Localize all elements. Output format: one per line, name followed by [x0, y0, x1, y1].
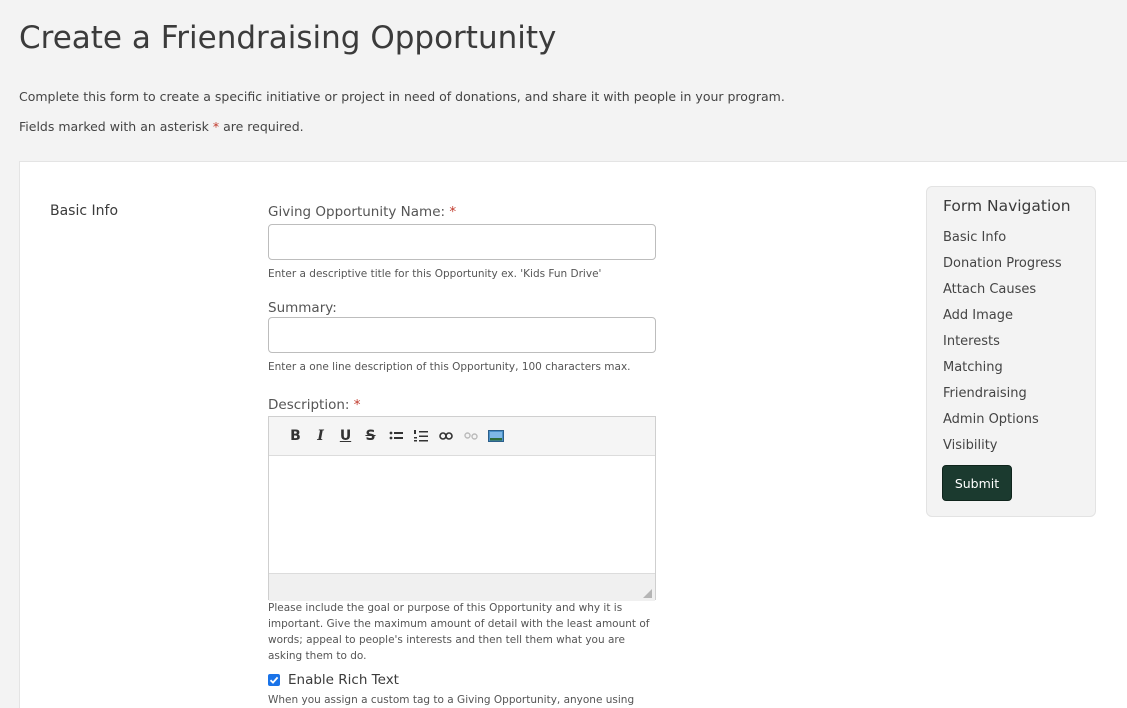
form-navigation-panel: Form Navigation Basic Info Donation Prog… — [926, 186, 1096, 517]
required-note-prefix: Fields marked with an asterisk — [19, 119, 213, 134]
form-navigation-title: Form Navigation — [943, 197, 1071, 215]
description-required-asterisk: * — [353, 397, 361, 413]
editor-content-area[interactable] — [269, 456, 655, 573]
nav-item-matching[interactable]: Matching — [943, 359, 1062, 385]
name-help-text: Enter a descriptive title for this Oppor… — [268, 268, 602, 280]
summary-label: Summary: — [268, 300, 337, 316]
italic-button[interactable]: I — [308, 424, 333, 448]
underline-button[interactable]: U — [333, 424, 358, 448]
nav-item-attach-causes[interactable]: Attach Causes — [943, 281, 1062, 307]
page-intro: Complete this form to create a specific … — [19, 89, 785, 104]
nav-item-admin-options[interactable]: Admin Options — [943, 411, 1062, 437]
nav-item-interests[interactable]: Interests — [943, 333, 1062, 359]
description-help-text: Please include the goal or purpose of th… — [268, 602, 650, 662]
enable-rich-text-row[interactable]: Enable Rich Text — [268, 672, 399, 688]
bullet-list-icon[interactable] — [383, 424, 408, 448]
resize-handle-icon[interactable] — [643, 589, 652, 598]
form-card: Basic Info Giving Opportunity Name: * En… — [19, 161, 1127, 708]
name-label-text: Giving Opportunity Name: — [268, 204, 446, 220]
nav-item-add-image[interactable]: Add Image — [943, 307, 1062, 333]
custom-tag-help-text: When you assign a custom tag to a Giving… — [268, 694, 635, 706]
summary-input[interactable] — [268, 317, 656, 353]
page-title: Create a Friendraising Opportunity — [19, 20, 557, 56]
enable-rich-text-label: Enable Rich Text — [288, 672, 399, 688]
strikethrough-button[interactable]: S — [358, 424, 383, 448]
nav-item-basic-info[interactable]: Basic Info — [943, 229, 1062, 255]
name-required-asterisk: * — [449, 204, 457, 220]
required-note: Fields marked with an asterisk * are req… — [19, 119, 304, 134]
nav-item-donation-progress[interactable]: Donation Progress — [943, 255, 1062, 281]
editor-toolbar: B I U S — [269, 417, 655, 456]
description-label: Description: * — [268, 397, 360, 413]
name-label: Giving Opportunity Name: * — [268, 204, 456, 220]
summary-help-text: Enter a one line description of this Opp… — [268, 361, 631, 373]
opportunity-name-input[interactable] — [268, 224, 656, 260]
rich-text-editor: B I U S — [268, 416, 656, 601]
form-navigation-list: Basic Info Donation Progress Attach Caus… — [943, 229, 1062, 463]
numbered-list-icon[interactable] — [408, 424, 433, 448]
section-label-basic-info: Basic Info — [50, 203, 119, 219]
enable-rich-text-checkbox[interactable] — [268, 674, 280, 686]
nav-item-visibility[interactable]: Visibility — [943, 437, 1062, 463]
image-icon[interactable] — [483, 424, 508, 448]
editor-statusbar — [269, 573, 655, 601]
description-label-text: Description: — [268, 397, 350, 413]
link-icon[interactable] — [433, 424, 458, 448]
submit-button[interactable]: Submit — [942, 465, 1012, 501]
required-note-suffix: are required. — [219, 119, 304, 134]
bold-button[interactable]: B — [283, 424, 308, 448]
unlink-icon[interactable] — [458, 424, 483, 448]
nav-item-friendraising[interactable]: Friendraising — [943, 385, 1062, 411]
